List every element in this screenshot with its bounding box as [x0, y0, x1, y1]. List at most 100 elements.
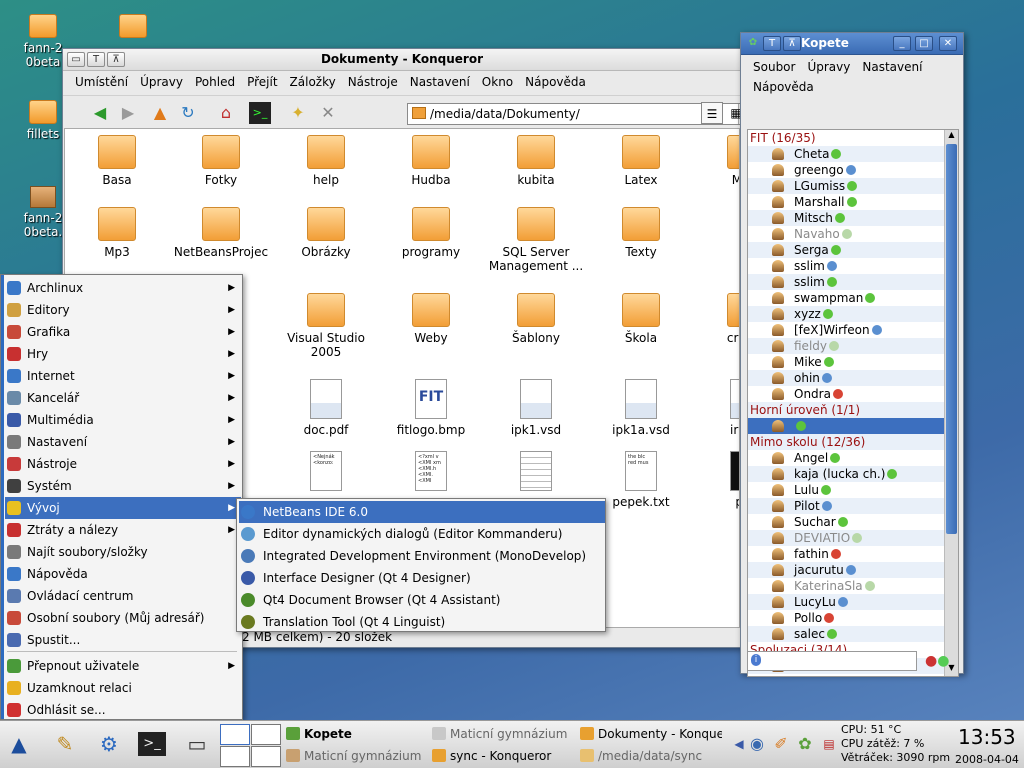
contact-group[interactable]: FIT (16/35): [748, 130, 958, 146]
contact-row[interactable]: xyzz: [748, 306, 958, 322]
k-menu-item[interactable]: Grafika ▶: [5, 321, 241, 343]
file-item[interactable]: programy: [379, 207, 483, 259]
contact-row[interactable]: Lulu: [748, 482, 958, 498]
contact-group[interactable]: Mimo skolu (12/36): [748, 434, 958, 450]
k-menu-item[interactable]: Odhlásit se...: [5, 699, 241, 721]
file-item[interactable]: Šablony: [484, 293, 588, 345]
taskbar-button[interactable]: Kopete: [284, 723, 424, 745]
laptop-icon[interactable]: ▭: [182, 729, 212, 759]
file-item[interactable]: NetBeansProjec: [169, 207, 273, 259]
taskbar-button[interactable]: sync - Konqueror: [430, 745, 568, 767]
scrollbar[interactable]: ▲ ▼: [944, 130, 958, 676]
keep-below-icon[interactable]: ⊼: [783, 36, 801, 51]
menu-item[interactable]: Záložky: [284, 75, 342, 95]
contact-row[interactable]: DEVIATIO: [748, 530, 958, 546]
contact-row[interactable]: [748, 418, 958, 434]
menu-item[interactable]: Nástroje: [342, 75, 404, 95]
contact-row[interactable]: Mitsch: [748, 210, 958, 226]
k-menu-item[interactable]: Archlinux ▶: [5, 277, 241, 299]
k-menu-item[interactable]: Přepnout uživatele ▶: [5, 655, 241, 677]
desktop-pager-4[interactable]: [251, 746, 281, 767]
tray-flag-icon[interactable]: ▤: [814, 729, 844, 759]
file-item[interactable]: pos: [694, 451, 739, 509]
contact-row[interactable]: Pilot: [748, 498, 958, 514]
file-item[interactable]: <Nejnák <konzo:: [274, 451, 378, 495]
file-item[interactable]: Škola: [589, 293, 693, 345]
taskbar-button[interactable]: Maticní gymnázium: [284, 745, 424, 767]
contact-list[interactable]: FIT (16/35) Cheta greengo LGumiss Marshall Mi…: [747, 129, 959, 677]
contact-row[interactable]: LeviathanIII: [748, 674, 958, 676]
scrollbar-thumb[interactable]: [946, 144, 957, 534]
contact-row[interactable]: Mike: [748, 354, 958, 370]
contact-row[interactable]: ohin: [748, 370, 958, 386]
contact-row[interactable]: greengo: [748, 162, 958, 178]
desktop-pager-1[interactable]: [220, 724, 250, 745]
k-menu-item[interactable]: Uzamknout relaci: [5, 677, 241, 699]
file-item[interactable]: Moje: [694, 135, 739, 187]
desktop-pager-2[interactable]: [251, 724, 281, 745]
reload-icon[interactable]: ↻: [177, 102, 199, 124]
k-menu-item[interactable]: Vývoj ▶: [5, 497, 241, 519]
k-menu-item[interactable]: Osobní soubory (Můj adresář): [5, 607, 241, 629]
contact-row[interactable]: sslim: [748, 258, 958, 274]
menu-item[interactable]: Úpravy: [134, 75, 189, 95]
contact-row[interactable]: [feX]Wirfeon: [748, 322, 958, 338]
menu-item[interactable]: Nastavení: [404, 75, 476, 95]
contact-row[interactable]: KaterinaSla: [748, 578, 958, 594]
k-menu-item[interactable]: Nápověda: [5, 563, 241, 585]
file-item[interactable]: Visual Studio 2005: [274, 293, 378, 359]
k-menu-item[interactable]: Hry ▶: [5, 343, 241, 365]
submenu-item[interactable]: Translation Tool (Qt 4 Linguist): [239, 611, 605, 633]
k-menu-item[interactable]: Systém ▶: [5, 475, 241, 497]
contact-row[interactable]: Marshall: [748, 194, 958, 210]
contact-row[interactable]: LucyLu: [748, 594, 958, 610]
desktop-pager-3[interactable]: [220, 746, 250, 767]
file-item[interactable]: Obrázky: [274, 207, 378, 259]
contact-row[interactable]: sslim: [748, 274, 958, 290]
contact-row[interactable]: Ondra: [748, 386, 958, 402]
taskbar-button[interactable]: /media/data/sync: [578, 745, 722, 767]
k-menu-item[interactable]: Spustit...: [5, 629, 241, 651]
k-menu-item[interactable]: Ovládací centrum: [5, 585, 241, 607]
menu-item[interactable]: Umístění: [69, 75, 134, 95]
konqueror-icon[interactable]: ⚙: [94, 729, 124, 759]
contact-row[interactable]: fathin: [748, 546, 958, 562]
up-icon[interactable]: ▲: [149, 102, 171, 124]
file-item[interactable]: Texty: [589, 207, 693, 259]
contact-row[interactable]: Navaho: [748, 226, 958, 242]
clock[interactable]: 13:53: [958, 725, 1016, 749]
contact-row[interactable]: Cheta: [748, 146, 958, 162]
contact-group[interactable]: Horní úroveň (1/1): [748, 402, 958, 418]
konqueror-titlebar[interactable]: ▭ T ⊼ Dokumenty - Konqueror: [63, 49, 741, 71]
file-item[interactable]: Fotky: [169, 135, 273, 187]
kopete-status-field[interactable]: i: [747, 651, 917, 671]
file-item[interactable]: Weby: [379, 293, 483, 345]
contact-row[interactable]: jacurutu: [748, 562, 958, 578]
submenu-item[interactable]: Integrated Development Environment (Mono…: [239, 545, 605, 567]
submenu-item[interactable]: Interface Designer (Qt 4 Designer): [239, 567, 605, 589]
k-menu-item[interactable]: Editory ▶: [5, 299, 241, 321]
file-item[interactable]: [484, 451, 588, 495]
menu-item[interactable]: Soubor: [747, 57, 801, 77]
contact-row[interactable]: Pollo: [748, 610, 958, 626]
view-mode-icon[interactable]: ☰: [701, 102, 723, 124]
contact-row[interactable]: Suchar: [748, 514, 958, 530]
file-item[interactable]: Hudba: [379, 135, 483, 187]
menu-item[interactable]: Nápověda: [519, 75, 592, 95]
minimize-icon[interactable]: _: [893, 36, 911, 51]
contact-row[interactable]: fieldy: [748, 338, 958, 354]
menu-item[interactable]: Nastavení: [856, 57, 928, 77]
menu-item[interactable]: Přejít: [241, 75, 283, 95]
k-menu-item[interactable]: Ztráty a nálezy ▶: [5, 519, 241, 541]
k-menu-button-icon[interactable]: ▲: [4, 729, 34, 759]
k-menu-item[interactable]: Najít soubory/složky: [5, 541, 241, 563]
notes-icon[interactable]: ✎: [50, 729, 80, 759]
k-menu-item[interactable]: Kancelář ▶: [5, 387, 241, 409]
file-item[interactable]: doc.pdf: [274, 379, 378, 437]
taskbar-button[interactable]: Maticní gymnázium: [430, 723, 568, 745]
k-menu-item[interactable]: Nastavení ▶: [5, 431, 241, 453]
terminal-icon[interactable]: >_: [249, 102, 271, 124]
contact-row[interactable]: kaja (lucka ch.): [748, 466, 958, 482]
menu-item[interactable]: Okno: [476, 75, 519, 95]
file-item[interactable]: SQL Server Management ...: [484, 207, 588, 273]
